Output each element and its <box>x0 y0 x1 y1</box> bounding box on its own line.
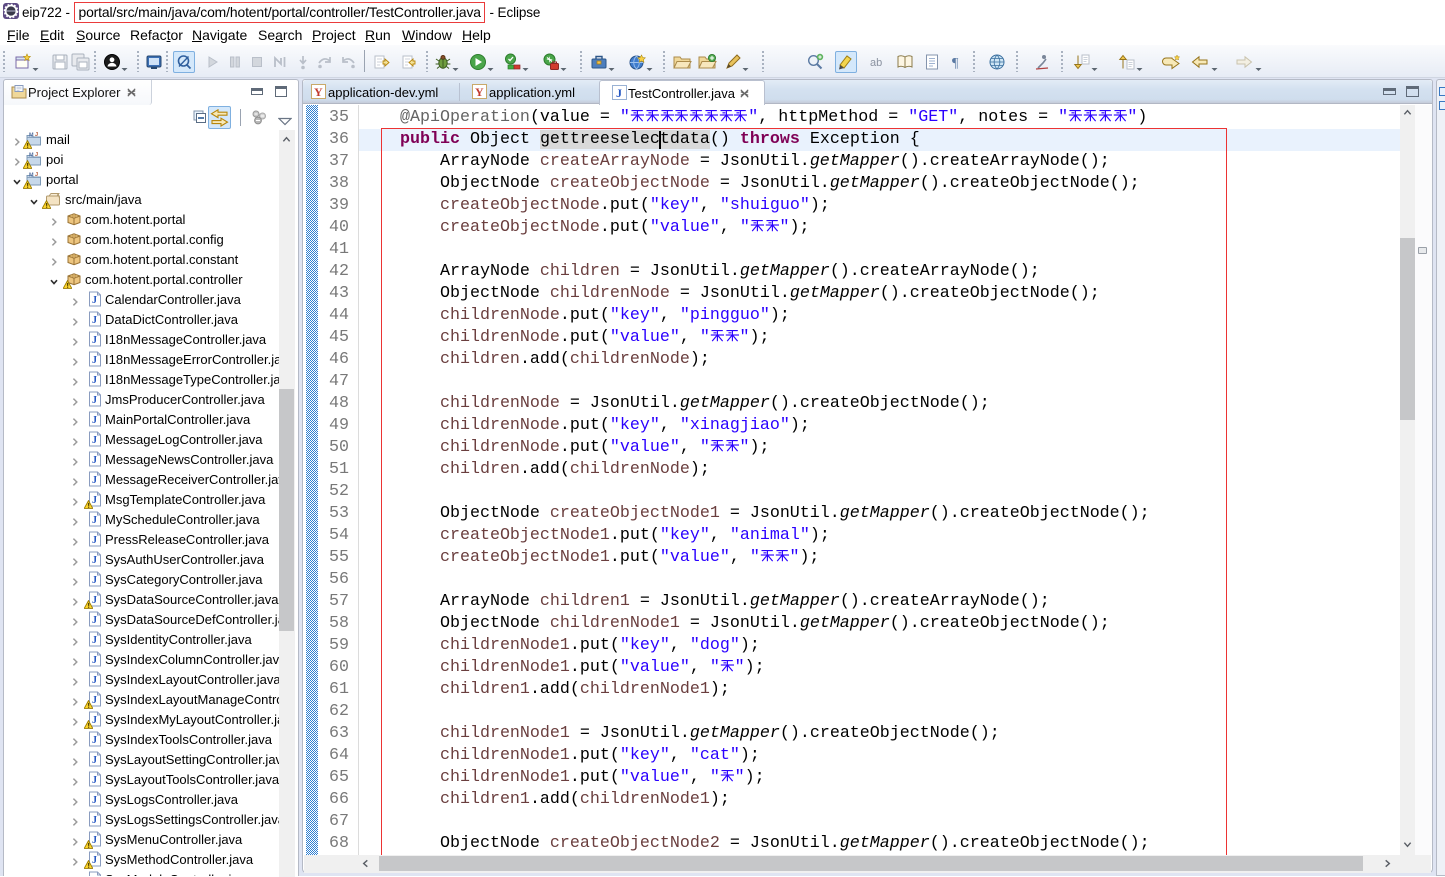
svg-text:J: J <box>92 555 97 566</box>
svg-text:J: J <box>92 295 97 306</box>
svg-text:J: J <box>92 335 97 346</box>
svg-text:J: J <box>92 475 97 486</box>
svg-text:J: J <box>92 395 97 406</box>
svg-text:J: J <box>92 615 97 626</box>
svg-text:J: J <box>92 755 97 766</box>
svg-text:J: J <box>92 815 97 826</box>
svg-text:J: J <box>92 355 97 366</box>
svg-text:ab: ab <box>870 57 882 69</box>
svg-text:J: J <box>92 535 97 546</box>
svg-text:J: J <box>92 455 97 466</box>
svg-text:J: J <box>35 132 38 138</box>
svg-text:Y: Y <box>314 85 323 99</box>
svg-text:J: J <box>92 515 97 526</box>
svg-text:M: M <box>29 173 34 179</box>
svg-text:J: J <box>92 655 97 666</box>
svg-text:Y: Y <box>475 85 484 99</box>
svg-text:J: J <box>92 735 97 746</box>
svg-text:J: J <box>92 435 97 446</box>
svg-text:J: J <box>92 635 97 646</box>
svg-text:J: J <box>92 775 97 786</box>
svg-text:J: J <box>616 86 622 100</box>
svg-text:J: J <box>92 575 97 586</box>
svg-text:J: J <box>35 172 38 178</box>
svg-text:J: J <box>92 375 97 386</box>
svg-text:¶: ¶ <box>952 56 959 71</box>
svg-text:M: M <box>29 133 34 139</box>
svg-text:J: J <box>92 795 97 806</box>
svg-text:J: J <box>35 152 38 158</box>
svg-text:J: J <box>92 315 97 326</box>
svg-text:J: J <box>92 675 97 686</box>
svg-text:J: J <box>92 415 97 426</box>
svg-text:M: M <box>29 153 34 159</box>
